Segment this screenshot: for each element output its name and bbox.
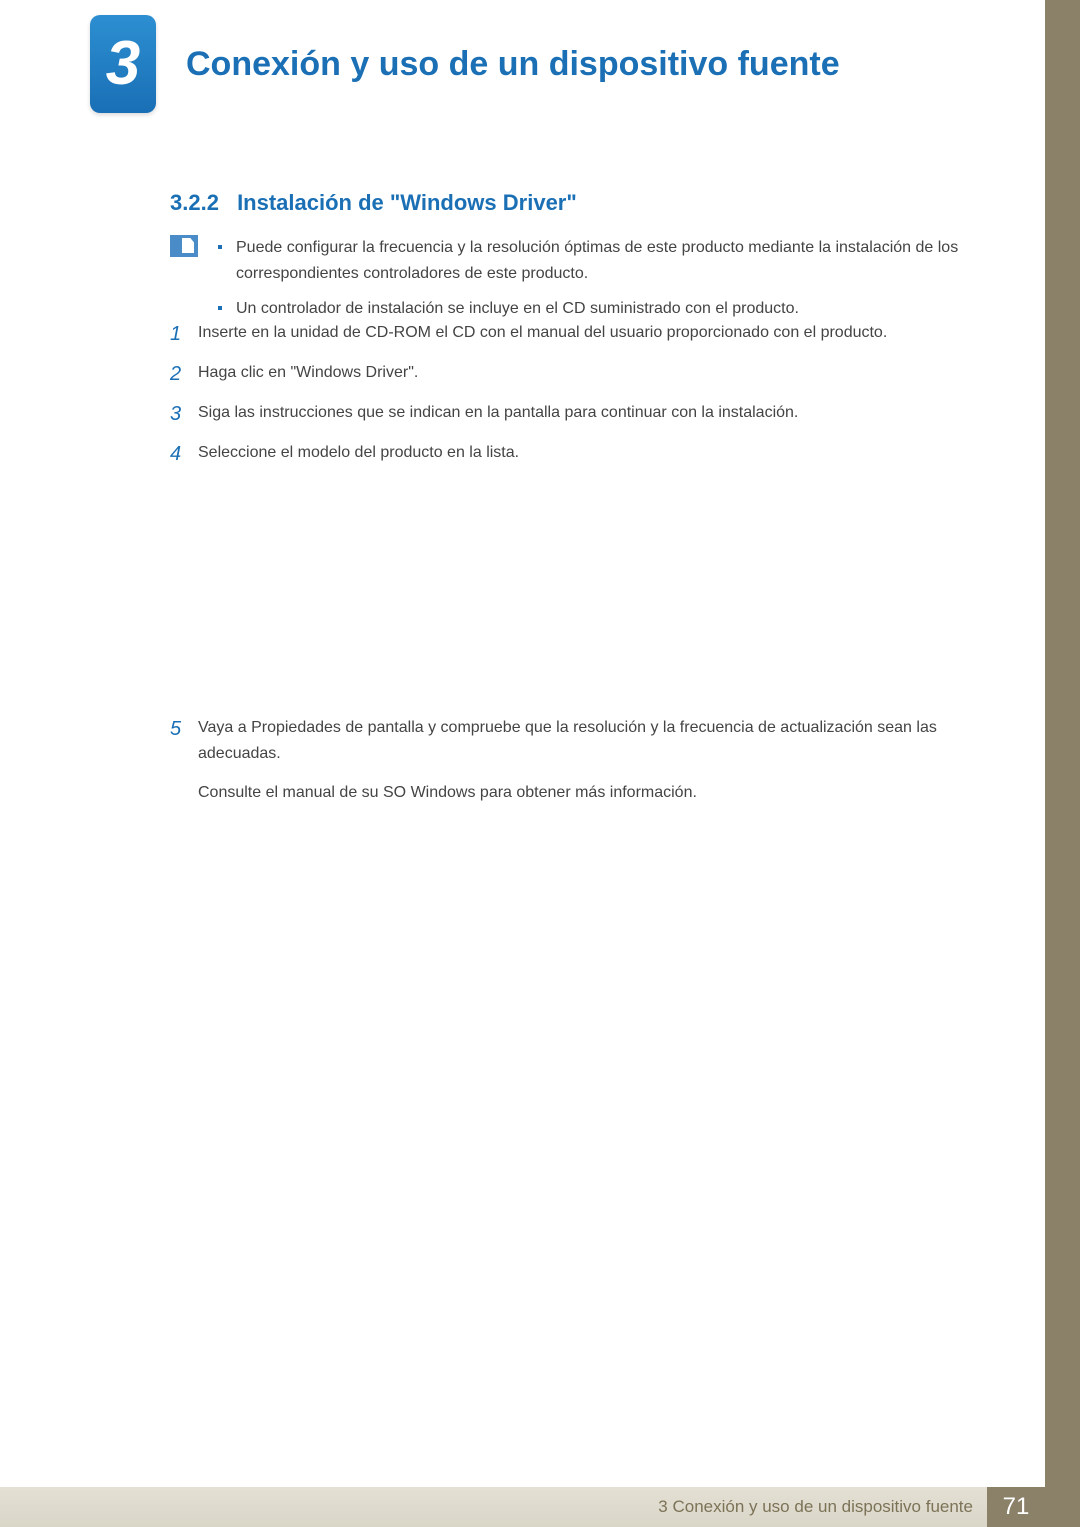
step-number: 1 (170, 320, 198, 348)
footer-spacer (1045, 1487, 1080, 1527)
step-extra-text: Consulte el manual de su SO Windows para… (198, 780, 970, 806)
section-heading: 3.2.2 Instalación de "Windows Driver" (170, 190, 577, 216)
step-text: Vaya a Propiedades de pantalla y comprue… (198, 715, 970, 766)
chapter-number: 3 (106, 33, 140, 95)
step-text: Siga las instrucciones que se indican en… (198, 400, 798, 428)
note-list: Puede configurar la frecuencia y la reso… (218, 235, 970, 332)
step-row: 1 Inserte en la unidad de CD-ROM el CD c… (170, 320, 970, 348)
step-row: 2 Haga clic en "Windows Driver". (170, 360, 970, 388)
step-number: 4 (170, 440, 198, 468)
step-text: Seleccione el modelo del producto en la … (198, 440, 519, 468)
step-number: 2 (170, 360, 198, 388)
note-block: Puede configurar la frecuencia y la reso… (170, 235, 970, 332)
note-item: Un controlador de instalación se incluye… (218, 296, 970, 322)
section-title: Instalación de "Windows Driver" (237, 190, 577, 215)
footer-title: 3 Conexión y uso de un dispositivo fuent… (658, 1497, 973, 1517)
step-number: 3 (170, 400, 198, 428)
footer-bar: 3 Conexión y uso de un dispositivo fuent… (0, 1487, 1080, 1527)
note-item: Puede configurar la frecuencia y la reso… (218, 235, 970, 286)
steps-group-b: 5 Vaya a Propiedades de pantalla y compr… (170, 715, 970, 806)
chapter-title: Conexión y uso de un dispositivo fuente (186, 45, 840, 84)
step-row: 5 Vaya a Propiedades de pantalla y compr… (170, 715, 970, 766)
step-text: Haga clic en "Windows Driver". (198, 360, 418, 388)
side-accent-bar (1045, 0, 1080, 1527)
note-icon (170, 235, 198, 257)
step-row: 3 Siga las instrucciones que se indican … (170, 400, 970, 428)
chapter-badge: 3 (90, 15, 156, 113)
step-number: 5 (170, 715, 198, 766)
page-number-badge: 71 (987, 1487, 1045, 1527)
steps-group-a: 1 Inserte en la unidad de CD-ROM el CD c… (170, 320, 970, 480)
step-row: 4 Seleccione el modelo del producto en l… (170, 440, 970, 468)
section-number: 3.2.2 (170, 190, 219, 215)
step-text: Inserte en la unidad de CD-ROM el CD con… (198, 320, 887, 348)
chapter-header: 3 Conexión y uso de un dispositivo fuent… (90, 15, 840, 113)
